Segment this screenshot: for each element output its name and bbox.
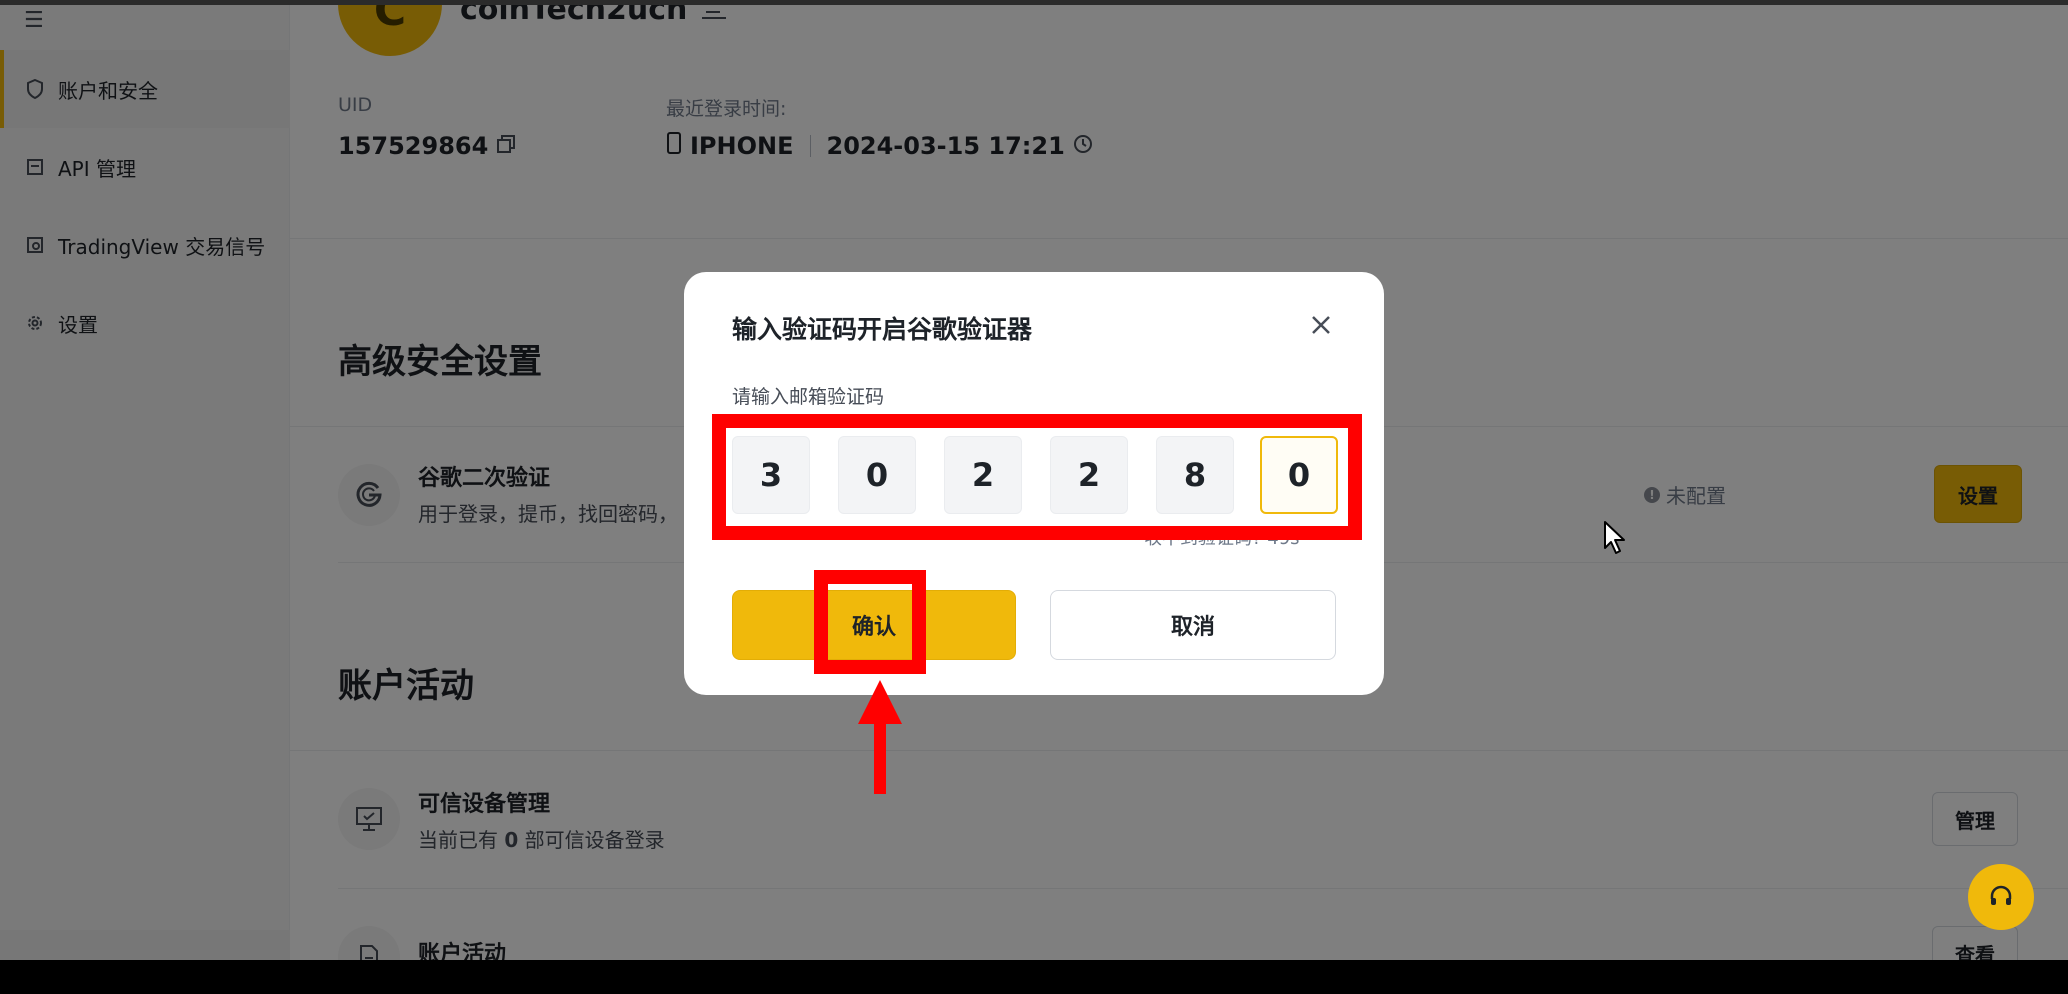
annotation-arrow-icon (858, 680, 902, 794)
support-headset-icon[interactable] (1968, 864, 2034, 930)
resend-code-link[interactable]: 收不到验证码? 49s (1144, 524, 1300, 550)
verification-modal: 输入验证码开启谷歌验证器 请输入邮箱验证码 3 0 2 2 8 0 收不到验证码… (684, 272, 1384, 695)
modal-title: 输入验证码开启谷歌验证器 (732, 315, 1033, 344)
code-digit-input[interactable]: 2 (1050, 436, 1128, 514)
code-digit-input-active[interactable]: 0 (1260, 436, 1338, 514)
email-code-label: 请输入邮箱验证码 (732, 386, 885, 408)
close-icon[interactable] (1306, 310, 1336, 340)
code-digit-input[interactable]: 2 (944, 436, 1022, 514)
code-digit-input[interactable]: 0 (838, 436, 916, 514)
code-digit-input[interactable]: 8 (1156, 436, 1234, 514)
code-digit-input[interactable]: 3 (732, 436, 810, 514)
cancel-button[interactable]: 取消 (1050, 590, 1336, 660)
confirm-button[interactable]: 确认 (732, 590, 1016, 660)
window-top-edge (0, 0, 2068, 5)
mouse-cursor-icon (1604, 521, 1625, 554)
